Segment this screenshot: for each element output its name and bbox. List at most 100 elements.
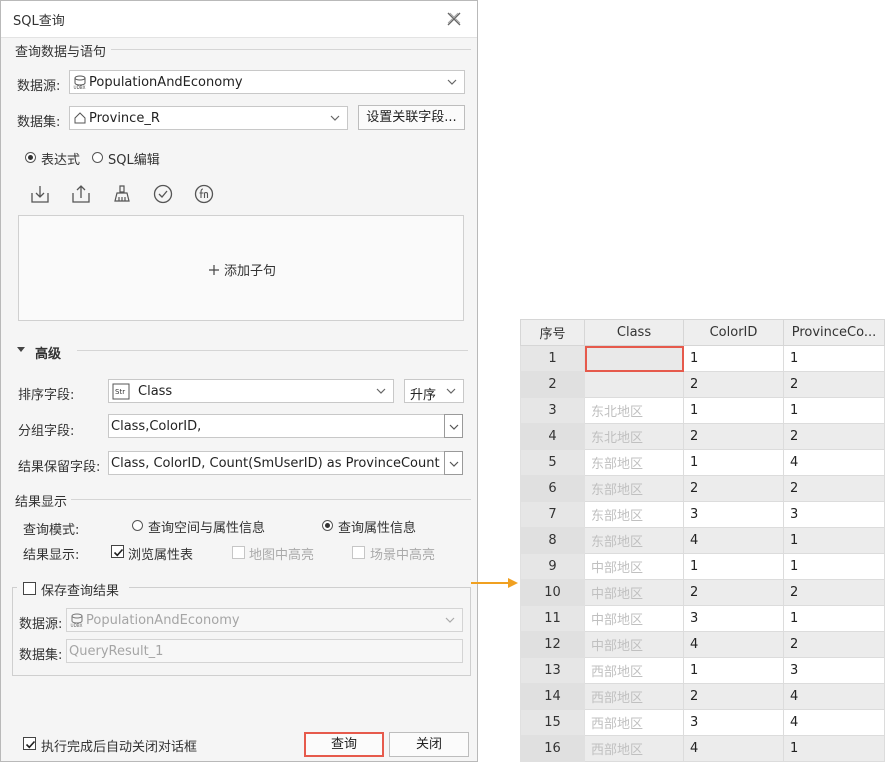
colorid-cell[interactable]: 1 [683,657,784,684]
save-dataset-input[interactable]: QueryResult_1 [66,639,463,663]
sort-order-combo[interactable]: 升序 [404,379,464,403]
import-icon[interactable] [29,183,51,205]
row-index-cell[interactable]: 14 [520,683,585,710]
row-index-cell[interactable]: 1 [520,345,585,372]
colorid-cell[interactable]: 3 [683,709,784,736]
class-cell[interactable]: 西部地区 [584,735,684,762]
table-row[interactable]: 4 东北地区 2 2 [520,423,885,450]
table-row[interactable]: 13 西部地区 1 3 [520,657,885,684]
provincecount-cell[interactable]: 1 [783,345,885,372]
row-index-cell[interactable]: 2 [520,371,585,398]
advanced-section-title[interactable]: 高级 [35,343,61,362]
row-index-cell[interactable]: 13 [520,657,585,684]
provincecount-cell[interactable]: 4 [783,683,885,710]
export-icon[interactable] [70,183,92,205]
class-cell[interactable]: 东部地区 [584,501,684,528]
query-mode-attr-radio[interactable] [322,520,333,531]
column-header-index[interactable]: 序号 [520,319,585,346]
provincecount-cell[interactable]: 1 [783,553,885,580]
dataset-combo[interactable]: Province_R [69,106,348,130]
provincecount-cell[interactable]: 2 [783,371,885,398]
class-cell[interactable]: 中部地区 [584,553,684,580]
highlight-scene-checkbox[interactable] [352,546,365,559]
provincecount-cell[interactable]: 1 [783,397,885,424]
colorid-cell[interactable]: 2 [683,475,784,502]
clear-broom-icon[interactable] [111,183,133,205]
class-cell[interactable]: 中部地区 [584,579,684,606]
provincecount-cell[interactable]: 1 [783,735,885,762]
class-cell[interactable]: 中部地区 [584,631,684,658]
table-row[interactable]: 11 中部地区 3 1 [520,605,885,632]
colorid-cell[interactable]: 2 [683,371,784,398]
class-cell[interactable] [584,345,684,372]
collapse-triangle-icon[interactable] [17,346,25,354]
check-syntax-icon[interactable] [152,183,174,205]
provincecount-cell[interactable]: 4 [783,449,885,476]
table-row[interactable]: 6 东部地区 2 2 [520,475,885,502]
keep-field-input[interactable]: Class, ColorID, Count(SmUserID) as Provi… [108,451,445,475]
class-cell[interactable] [584,371,684,398]
row-index-cell[interactable]: 15 [520,709,585,736]
column-header-colorid[interactable]: ColorID [683,319,784,346]
colorid-cell[interactable]: 1 [683,345,784,372]
provincecount-cell[interactable]: 2 [783,423,885,450]
row-index-cell[interactable]: 16 [520,735,585,762]
query-mode-spatial-radio[interactable] [132,520,143,531]
colorid-cell[interactable]: 2 [683,579,784,606]
table-row[interactable]: 10 中部地区 2 2 [520,579,885,606]
row-index-cell[interactable]: 12 [520,631,585,658]
row-index-cell[interactable]: 4 [520,423,585,450]
class-cell[interactable]: 东部地区 [584,475,684,502]
table-row[interactable]: 16 西部地区 4 1 [520,735,885,762]
class-cell[interactable]: 西部地区 [584,657,684,684]
table-row[interactable]: 111 [520,345,885,372]
colorid-cell[interactable]: 2 [683,423,784,450]
datasource-combo[interactable]: UDBX PopulationAndEconomy [69,70,465,94]
group-field-dropdown-button[interactable] [444,414,463,438]
provincecount-cell[interactable]: 1 [783,605,885,632]
row-index-cell[interactable]: 5 [520,449,585,476]
provincecount-cell[interactable]: 2 [783,475,885,502]
add-clause-button[interactable]: 添加子句 [208,260,276,279]
browse-table-checkbox[interactable] [111,545,124,558]
table-row[interactable]: 9 中部地区 1 1 [520,553,885,580]
highlight-map-checkbox[interactable] [232,546,245,559]
colorid-cell[interactable]: 4 [683,735,784,762]
provincecount-cell[interactable]: 1 [783,527,885,554]
table-row[interactable]: 222 [520,371,885,398]
function-icon[interactable] [193,183,215,205]
save-result-checkbox[interactable] [23,582,36,595]
provincecount-cell[interactable]: 4 [783,709,885,736]
column-header-provincecount[interactable]: ProvinceCo... [783,319,885,346]
colorid-cell[interactable]: 1 [683,449,784,476]
clause-area[interactable]: 添加子句 [18,215,464,321]
group-field-input[interactable]: Class,ColorID, [108,414,445,438]
row-index-cell[interactable]: 3 [520,397,585,424]
set-join-field-button[interactable]: 设置关联字段... [358,105,465,130]
class-cell[interactable]: 东北地区 [584,423,684,450]
colorid-cell[interactable]: 2 [683,683,784,710]
row-index-cell[interactable]: 6 [520,475,585,502]
table-row[interactable]: 12 中部地区 4 2 [520,631,885,658]
colorid-cell[interactable]: 1 [683,397,784,424]
row-index-cell[interactable]: 11 [520,605,585,632]
row-index-cell[interactable]: 8 [520,527,585,554]
provincecount-cell[interactable]: 2 [783,631,885,658]
sort-field-combo[interactable]: Str Class [108,379,394,403]
close-button[interactable]: 关闭 [389,732,469,757]
class-cell[interactable]: 东部地区 [584,527,684,554]
colorid-cell[interactable]: 4 [683,631,784,658]
table-row[interactable]: 8 东部地区 4 1 [520,527,885,554]
row-index-cell[interactable]: 7 [520,501,585,528]
colorid-cell[interactable]: 3 [683,501,784,528]
keep-field-dropdown-button[interactable] [444,451,463,475]
expression-mode-radio[interactable] [25,152,36,163]
provincecount-cell[interactable]: 3 [783,501,885,528]
colorid-cell[interactable]: 3 [683,605,784,632]
table-row[interactable]: 3 东北地区 1 1 [520,397,885,424]
class-cell[interactable]: 东部地区 [584,449,684,476]
close-icon[interactable] [445,10,463,28]
provincecount-cell[interactable]: 2 [783,579,885,606]
class-cell[interactable]: 西部地区 [584,709,684,736]
table-row[interactable]: 7 东部地区 3 3 [520,501,885,528]
